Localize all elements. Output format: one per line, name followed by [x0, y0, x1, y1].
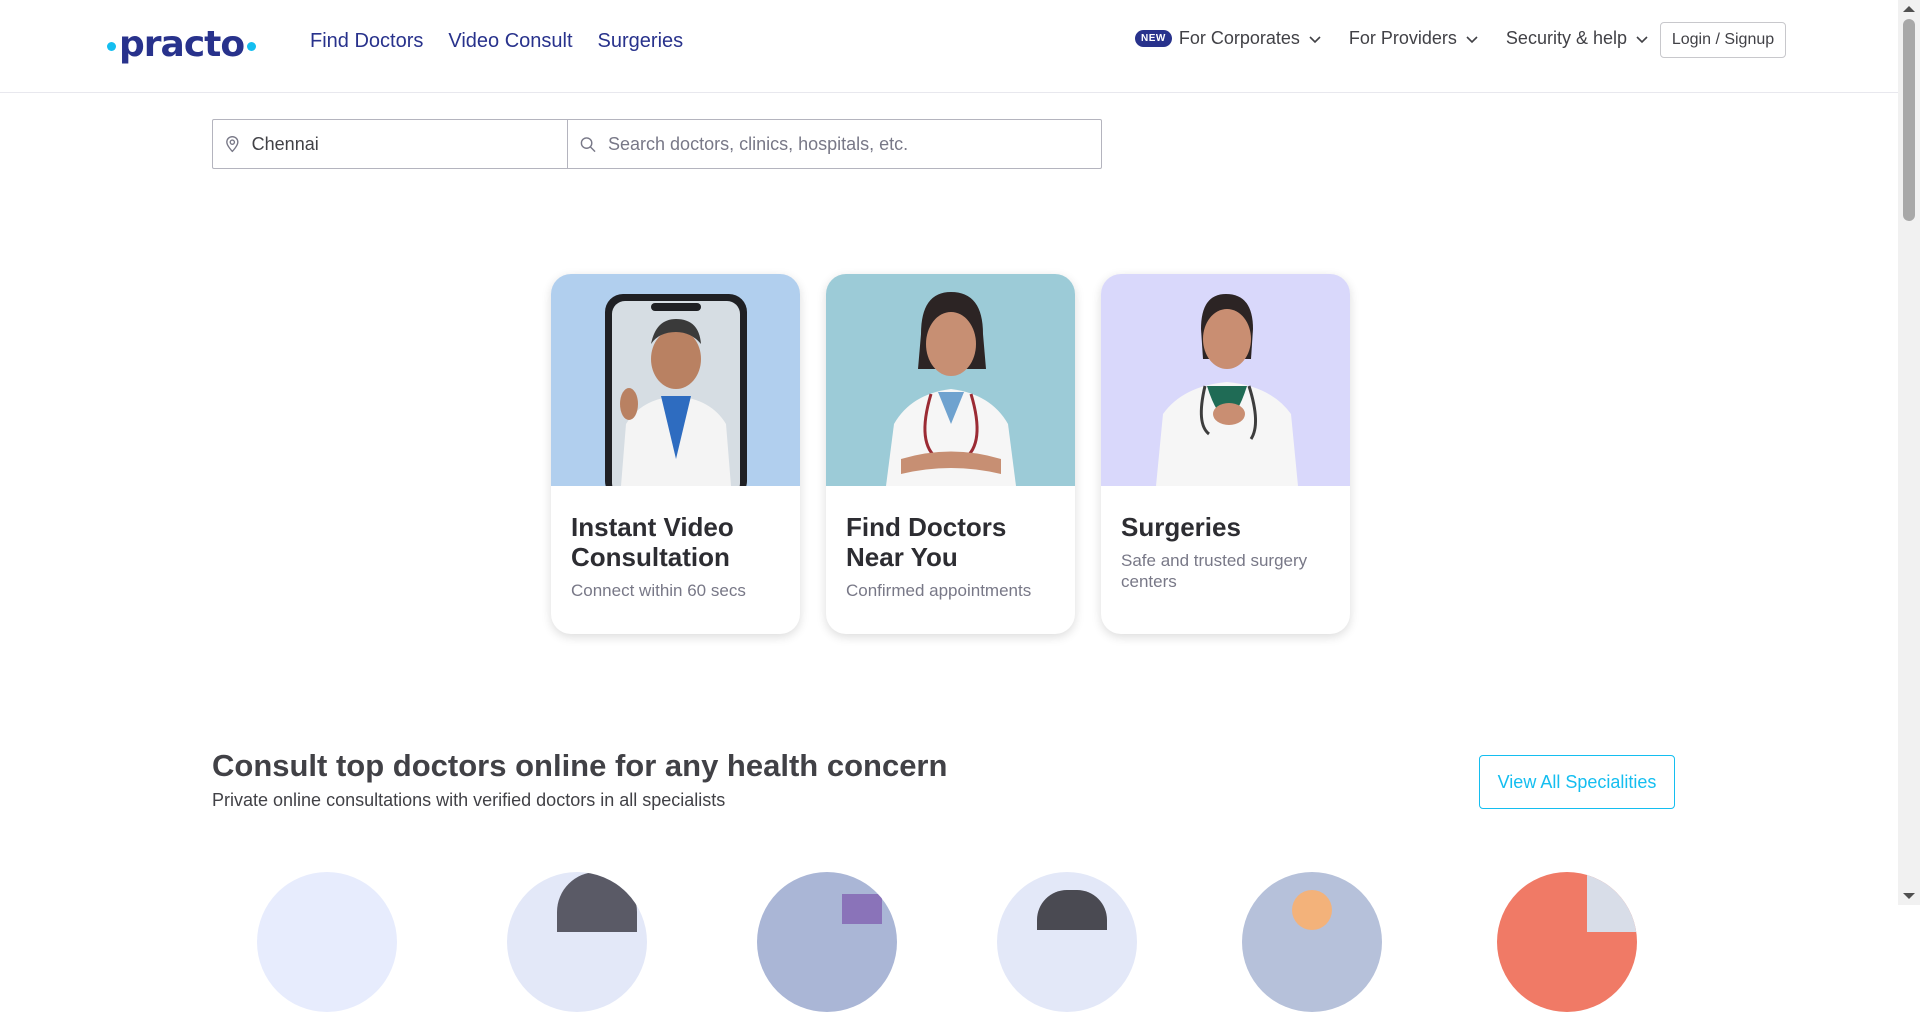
search-bar [212, 119, 1102, 169]
specialities-row [257, 872, 1657, 1012]
new-badge: NEW [1135, 30, 1172, 47]
speciality-image[interactable] [997, 872, 1137, 1012]
practo-logo[interactable]: practo [104, 24, 259, 65]
nav-for-corporates[interactable]: NEW For Corporates [1135, 28, 1322, 49]
speciality-image[interactable] [507, 872, 647, 1012]
smiling-doctor-illustration [886, 292, 1016, 486]
chevron-down-icon [1636, 35, 1648, 43]
search-icon [580, 136, 596, 152]
card-find-doctors-image [826, 274, 1075, 486]
nav-security-help[interactable]: Security & help [1506, 28, 1649, 49]
scroll-down-arrow-icon[interactable] [1903, 893, 1915, 899]
nav-for-corporates-label: For Corporates [1178, 28, 1300, 48]
card-subtitle: Connect within 60 secs [571, 581, 746, 600]
card-video-image [551, 274, 800, 486]
speciality-image[interactable] [757, 872, 897, 1012]
speciality-image[interactable] [1242, 872, 1382, 1012]
nav-surgeries[interactable]: Surgeries [598, 30, 684, 53]
surgeon-doctor-illustration [1156, 294, 1298, 486]
card-instant-video-consultation[interactable]: Instant Video Consultation Connect withi… [551, 274, 800, 634]
secondary-nav: NEW For Corporates For Providers Securit… [1135, 28, 1676, 49]
main-nav: Find Doctors Video Consult Surgeries [310, 30, 683, 53]
speciality-image[interactable] [257, 872, 397, 1012]
query-field[interactable] [568, 120, 1101, 168]
card-subtitle: Confirmed appointments [846, 581, 1032, 600]
location-pin-icon [226, 135, 239, 153]
card-title: Find Doctors Near You [846, 512, 1007, 572]
card-surgeries-image [1101, 274, 1350, 486]
login-signup-button[interactable]: Login / Signup [1660, 22, 1786, 58]
nav-for-providers[interactable]: For Providers [1349, 28, 1479, 49]
card-surgeries[interactable]: Surgeries Safe and trusted surgery cente… [1101, 274, 1350, 634]
card-find-doctors-near-you[interactable]: Find Doctors Near You Confirmed appointm… [826, 274, 1075, 634]
nav-security-help-label: Security & help [1505, 28, 1627, 48]
doctor-on-phone-illustration [605, 294, 747, 486]
section-subtitle: Private online consultations with verifi… [212, 790, 726, 810]
location-field[interactable] [213, 120, 568, 168]
nav-for-providers-label: For Providers [1348, 28, 1457, 48]
scroll-up-arrow-icon[interactable] [1903, 6, 1915, 12]
section-title: Consult top doctors online for any healt… [212, 748, 948, 783]
view-all-specialities-button[interactable]: View All Specialities [1479, 755, 1675, 809]
card-title: Surgeries [1121, 512, 1241, 542]
logo-dot-right [247, 42, 257, 51]
logo-dot-left [107, 42, 116, 51]
logo-text: practo [119, 24, 245, 65]
card-title: Instant Video Consultation [571, 512, 734, 572]
service-cards: Instant Video Consultation Connect withi… [551, 274, 1350, 634]
page-scrollbar[interactable] [1898, 0, 1920, 905]
site-header: practo Find Doctors Video Consult Surger… [0, 0, 1898, 93]
chevron-down-icon [1309, 35, 1321, 43]
chevron-down-icon [1466, 35, 1478, 43]
search-input[interactable] [606, 132, 1101, 156]
location-input[interactable] [249, 132, 567, 156]
speciality-image[interactable] [1497, 872, 1637, 1012]
card-subtitle: Safe and trusted surgery centers [1121, 551, 1308, 591]
nav-find-doctors[interactable]: Find Doctors [310, 30, 423, 53]
scroll-thumb[interactable] [1903, 19, 1915, 221]
nav-video-consult[interactable]: Video Consult [448, 30, 572, 53]
